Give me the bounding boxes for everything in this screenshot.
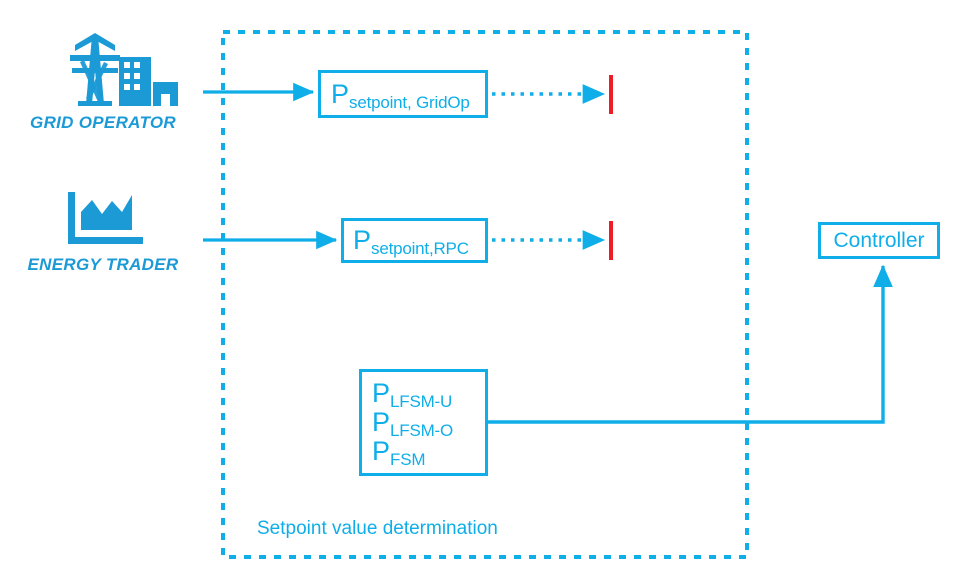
block-setpoint-gridop-text: Psetpoint, GridOp (331, 78, 470, 111)
diagram-canvas: GRID OPERATOR ENERGY TRADER Psetpoint, G… (0, 0, 957, 579)
symbol-p: P (331, 78, 350, 109)
symbol-p: P (372, 436, 391, 466)
block-fsm-line-lfsm-u: PLFSM-U (372, 378, 452, 411)
container-caption: Setpoint value determination (257, 518, 498, 539)
actor-label-energy-trader: ENERGY TRADER (27, 255, 179, 274)
block-setpoint-gridop[interactable]: Psetpoint, GridOp (318, 70, 488, 118)
connector-fsm-to-controller (486, 264, 893, 424)
subscript-lfsm-u: LFSM-U (390, 392, 453, 411)
block-fsm[interactable]: PLFSM-U PLFSM-O PFSM (359, 369, 488, 476)
subscript-setpoint-rpc: setpoint,RPC (371, 239, 469, 258)
block-controller[interactable]: Controller (818, 222, 940, 259)
block-setpoint-rpc[interactable]: Psetpoint,RPC (341, 218, 488, 263)
subscript-lfsm-o: LFSM-O (390, 421, 454, 440)
symbol-p: P (372, 407, 391, 437)
area-chart-icon (68, 192, 143, 244)
subscript-fsm: FSM (390, 450, 426, 469)
symbol-p: P (372, 378, 391, 408)
actor-label-grid-operator: GRID OPERATOR (30, 113, 176, 132)
symbol-p: P (353, 225, 372, 255)
block-fsm-line-fsm: PFSM (372, 436, 426, 469)
block-controller-label: Controller (833, 228, 925, 252)
block-setpoint-rpc-text: Psetpoint,RPC (353, 225, 469, 258)
transmission-tower-buildings-icon (70, 33, 178, 106)
subscript-setpoint-gridop: setpoint, GridOp (349, 92, 470, 112)
block-fsm-line-lfsm-o: PLFSM-O (372, 407, 453, 440)
